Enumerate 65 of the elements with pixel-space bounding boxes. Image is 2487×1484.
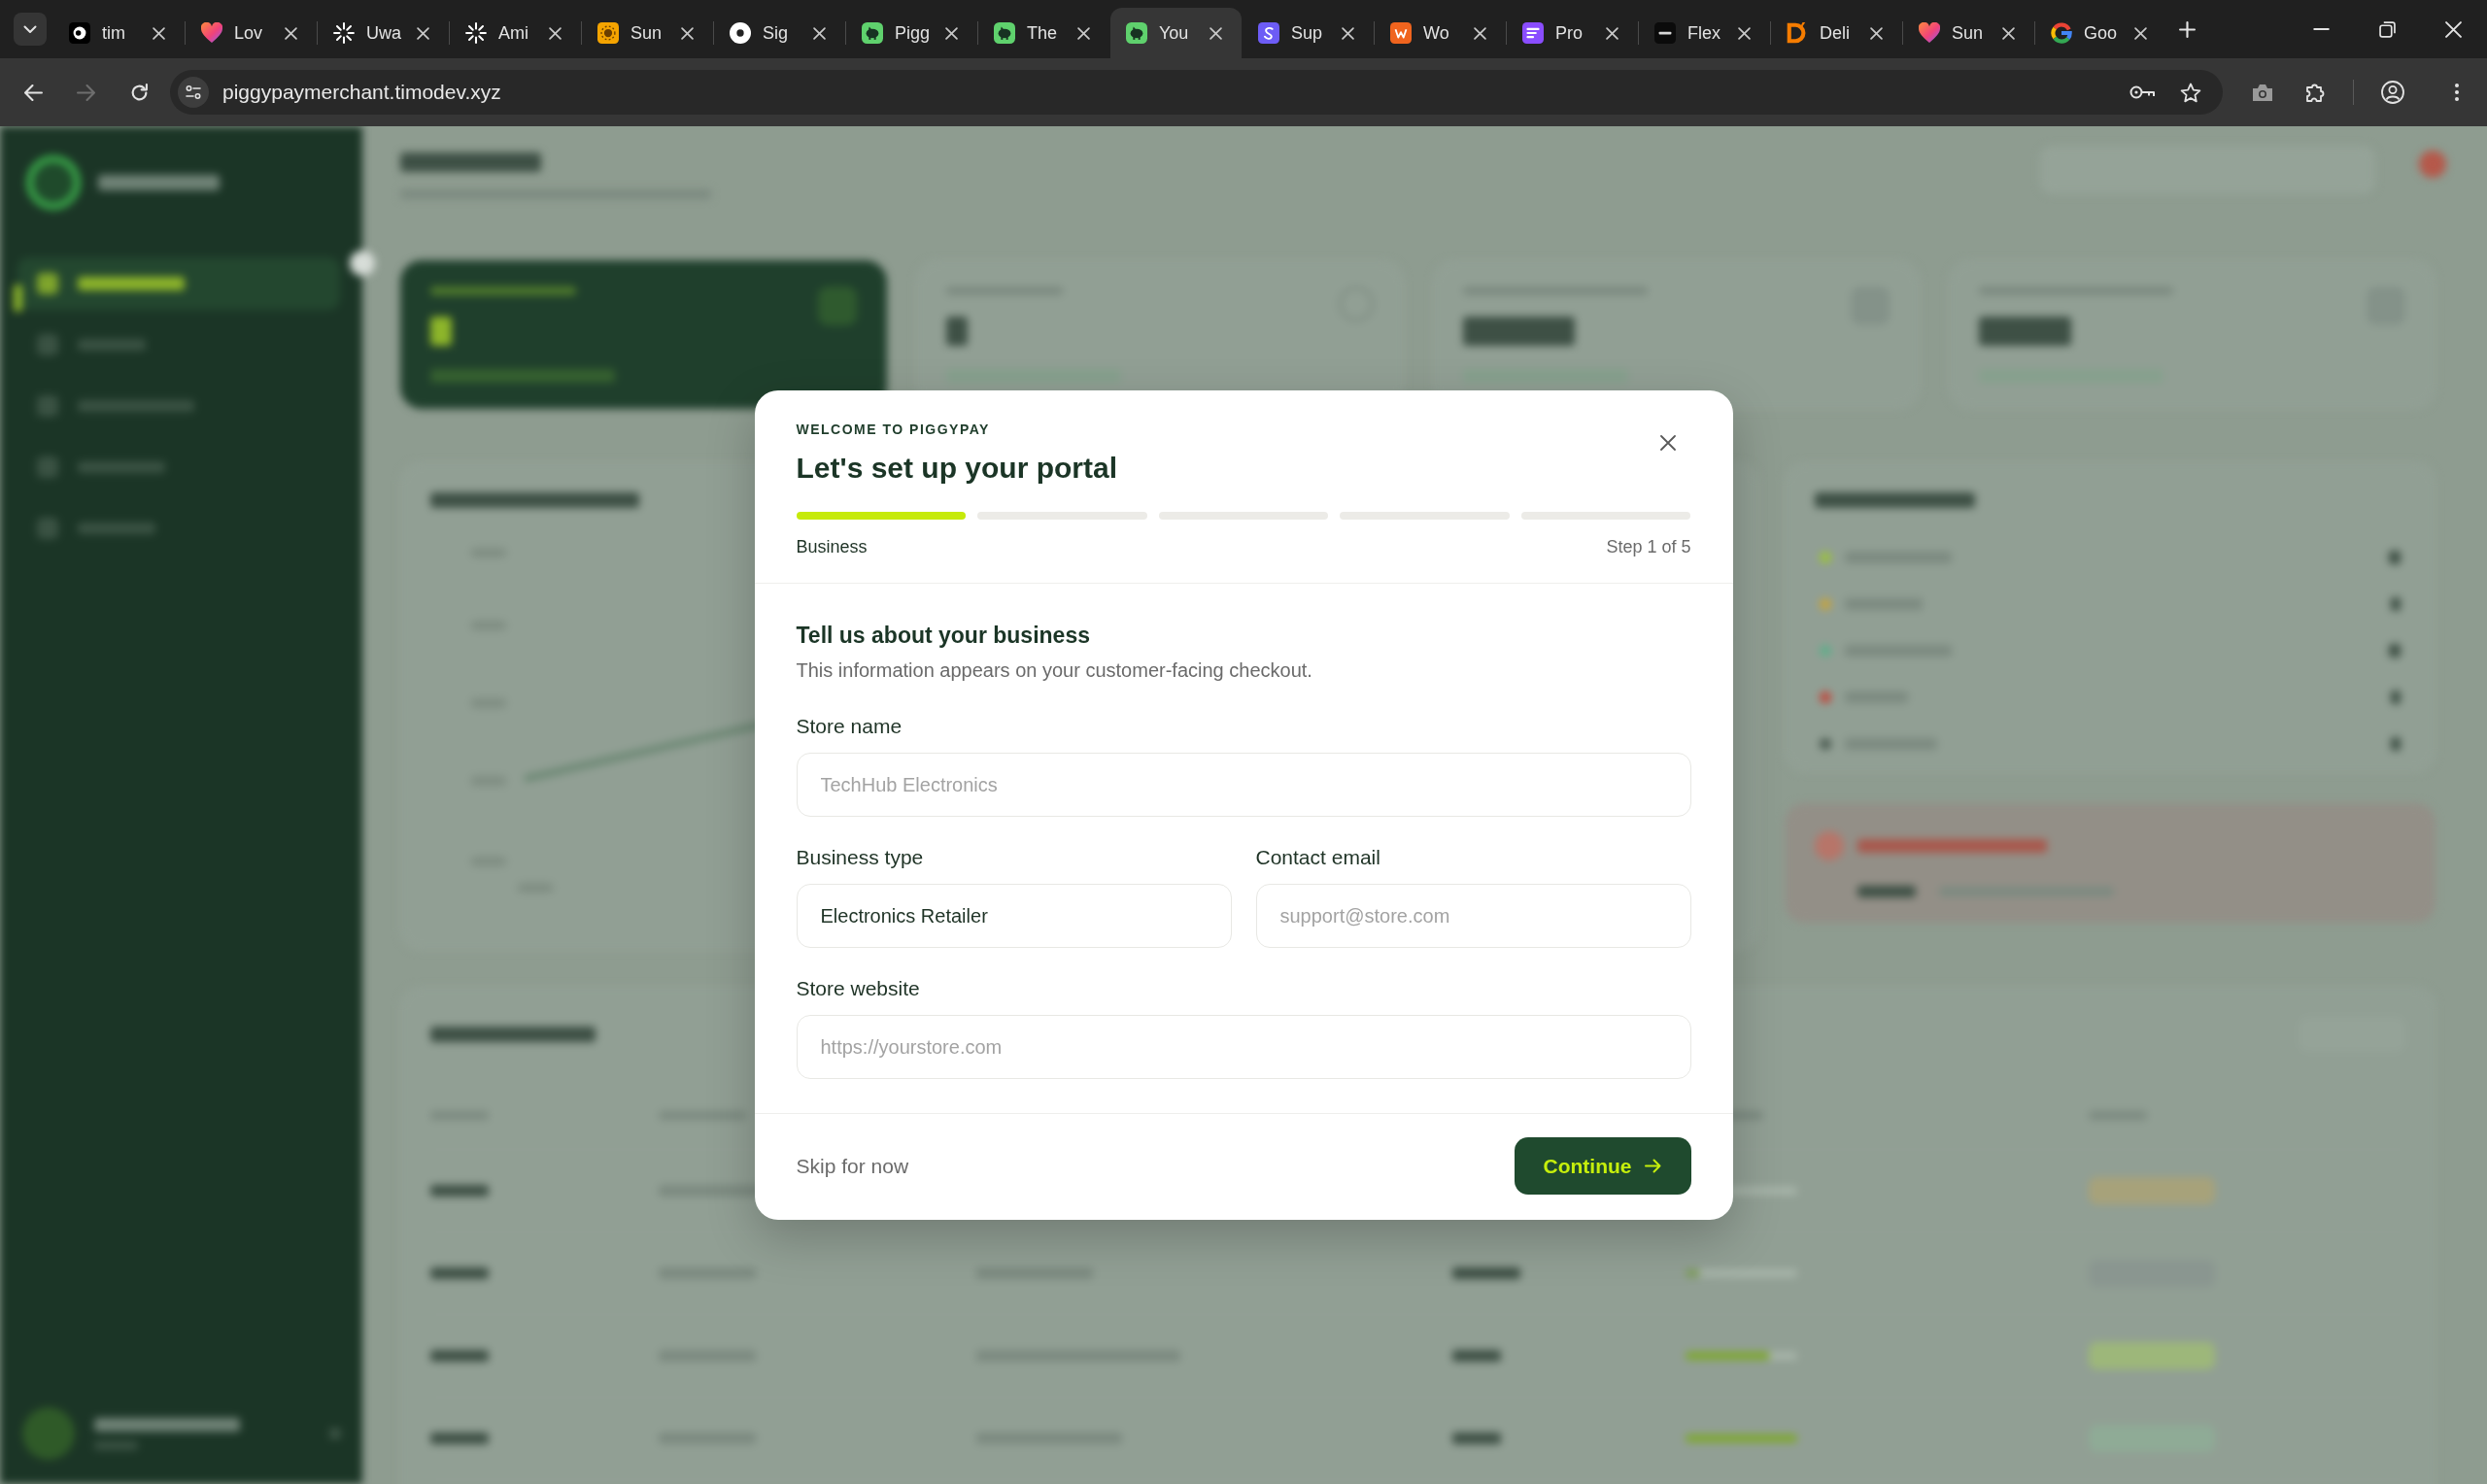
input-field[interactable]: support@store.com bbox=[1255, 884, 1691, 948]
browser-tab[interactable]: Wo bbox=[1375, 8, 1506, 58]
browser-tab[interactable]: Uwa bbox=[318, 8, 449, 58]
sparkle-icon bbox=[333, 22, 355, 44]
browser-tab[interactable]: Pigg bbox=[846, 8, 977, 58]
skip-link[interactable]: Skip for now bbox=[796, 1154, 909, 1178]
lines-tile-icon bbox=[1522, 22, 1544, 44]
input-field[interactable]: https://yourstore.com bbox=[796, 1015, 1691, 1079]
browser-tab[interactable]: Pro bbox=[1507, 8, 1638, 58]
input-field[interactable]: Electronics Retailer bbox=[796, 884, 1232, 948]
browser-tab[interactable]: Sup bbox=[1243, 8, 1374, 58]
dialog-eyebrow: WELCOME TO PIGGYPAY bbox=[796, 421, 991, 439]
address-field[interactable]: piggypaymerchant.timodev.xyz bbox=[170, 70, 2223, 115]
puzzle-piece-icon[interactable] bbox=[2305, 82, 2327, 103]
field-label: Store name bbox=[796, 714, 903, 739]
heart-icon bbox=[1919, 22, 1940, 44]
pig-icon bbox=[1126, 22, 1147, 44]
plus-icon[interactable] bbox=[2179, 20, 2196, 38]
reload-icon[interactable] bbox=[130, 83, 149, 102]
field-label: Contact email bbox=[1255, 845, 1380, 870]
tile-logo-icon bbox=[1258, 22, 1279, 44]
tile-logo-icon bbox=[1654, 22, 1676, 44]
browser-tab[interactable]: The bbox=[978, 8, 1109, 58]
sparkle-icon bbox=[465, 22, 487, 44]
sun-icon bbox=[597, 22, 619, 44]
heart-icon bbox=[201, 22, 222, 44]
continue-button[interactable]: Continue bbox=[1514, 1137, 1691, 1195]
minimize-icon[interactable] bbox=[2313, 28, 2330, 30]
field-label: Store website bbox=[796, 976, 920, 1001]
pig-icon bbox=[862, 22, 883, 44]
tile-logo-icon bbox=[1390, 22, 1412, 44]
tab-search-button[interactable] bbox=[14, 13, 47, 46]
camera-icon[interactable] bbox=[2252, 83, 2273, 102]
star-icon[interactable] bbox=[2180, 82, 2201, 103]
section-title: Tell us about your business bbox=[796, 622, 1091, 650]
dialog-title: Let's set up your portal bbox=[796, 451, 1117, 486]
browser-tab[interactable]: Goo bbox=[2035, 8, 2166, 58]
key-icon[interactable] bbox=[2129, 85, 2155, 99]
circle-logo-icon bbox=[730, 22, 751, 44]
browser-tab[interactable]: Sun bbox=[1903, 8, 2034, 58]
step-name: Business bbox=[796, 536, 868, 557]
arrow-right-icon bbox=[1644, 1159, 1661, 1173]
caret-icon bbox=[23, 24, 37, 34]
browser-tab[interactable]: tim bbox=[53, 8, 185, 58]
browser-tab[interactable]: Deli bbox=[1771, 8, 1902, 58]
ring-logo-icon bbox=[2051, 22, 2072, 44]
step-counter: Step 1 of 5 bbox=[1606, 536, 1691, 557]
back-icon[interactable] bbox=[24, 84, 43, 101]
browser-tab[interactable]: Lov bbox=[186, 8, 317, 58]
arc-logo-icon bbox=[1787, 22, 1808, 44]
close-icon[interactable] bbox=[1659, 435, 1676, 451]
dot-logo-icon bbox=[69, 22, 90, 44]
browser-tab[interactable]: Sun bbox=[582, 8, 713, 58]
section-subtitle: This information appears on your customer-facing checkout. bbox=[796, 658, 1313, 683]
menu-icon[interactable] bbox=[2455, 84, 2459, 101]
pig-icon bbox=[994, 22, 1015, 44]
field-label: Business type bbox=[796, 845, 924, 870]
input-field[interactable]: TechHub Electronics bbox=[796, 753, 1691, 817]
profile-icon[interactable] bbox=[2381, 81, 2404, 104]
browser-tab[interactable]: Flex bbox=[1639, 8, 1770, 58]
browser-tab[interactable]: Ami bbox=[450, 8, 581, 58]
restore-icon[interactable] bbox=[2379, 20, 2396, 38]
site-settings-icon[interactable] bbox=[178, 77, 209, 108]
browser-tab[interactable]: Sig bbox=[714, 8, 845, 58]
browser-tab[interactable]: You bbox=[1110, 8, 1242, 58]
